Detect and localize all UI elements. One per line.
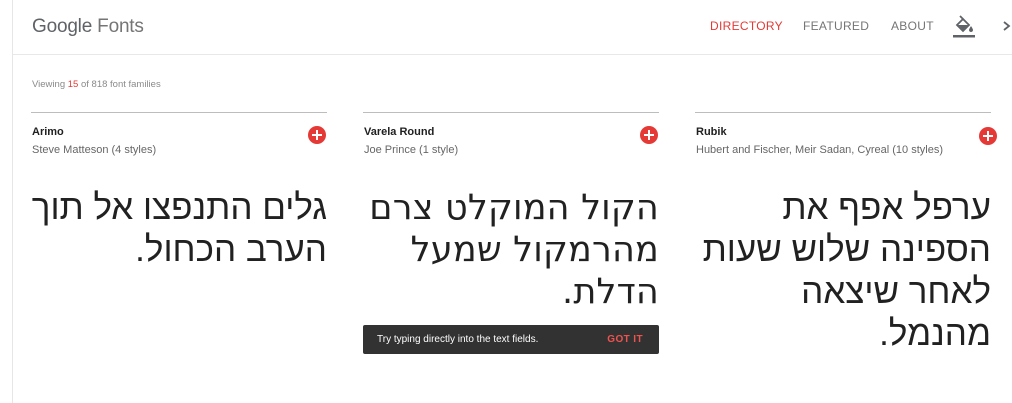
font-card-varela-round: Varela Round Joe Prince (1 style) הקול ה… [363, 112, 659, 403]
font-card-arimo: Arimo Steve Matteson (4 styles) גלים התנ… [31, 112, 327, 403]
hint-snackbar: Try typing directly into the text fields… [363, 325, 659, 354]
add-font-button[interactable] [979, 127, 997, 145]
results-summary: Viewing 15 of 818 font families [32, 79, 161, 90]
font-family-name[interactable]: Rubik [696, 126, 727, 138]
nav-about[interactable]: ABOUT [891, 19, 934, 33]
google-fonts-logo[interactable]: Google Fonts [32, 16, 144, 38]
add-font-button[interactable] [640, 126, 658, 144]
nav-directory[interactable]: DIRECTORY [710, 19, 783, 33]
summary-suffix: of 818 font families [78, 79, 161, 90]
font-family-meta: Hubert and Fischer, Meir Sadan, Cyreal (… [696, 144, 943, 156]
font-card-rubik: Rubik Hubert and Fischer, Meir Sadan, Cy… [695, 112, 997, 403]
summary-shown-count: 15 [67, 79, 79, 90]
got-it-button[interactable]: GOT IT [607, 334, 643, 345]
font-family-name[interactable]: Varela Round [364, 126, 434, 138]
summary-prefix: Viewing [32, 79, 68, 90]
logo-google: Google [32, 16, 93, 37]
sample-text-field[interactable]: הקול המוקלט צרם מהרמקול שמעל הדלת. [363, 187, 659, 313]
font-family-meta: Joe Prince (1 style) [364, 144, 459, 156]
format-color-fill-icon[interactable] [953, 14, 975, 38]
font-family-name[interactable]: Arimo [32, 126, 64, 138]
sample-text-field[interactable]: ערפל אפף את הספינה שלוש שעות לאחר שיצאה … [695, 187, 991, 355]
logo-fonts: Fonts [97, 16, 144, 37]
nav-featured[interactable]: FEATURED [803, 19, 869, 33]
top-app-bar: Google Fonts DIRECTORY FEATURED ABOUT [13, 0, 1012, 55]
chevron-right-icon[interactable] [1000, 15, 1012, 37]
snackbar-message: Try typing directly into the text fields… [377, 334, 539, 345]
font-family-meta: Steve Matteson (4 styles) [32, 144, 157, 156]
add-font-button[interactable] [308, 126, 326, 144]
sample-text-field[interactable]: גלים התנפצו אל תוך הערב הכחול. [31, 187, 327, 271]
page-left-border [12, 0, 13, 403]
